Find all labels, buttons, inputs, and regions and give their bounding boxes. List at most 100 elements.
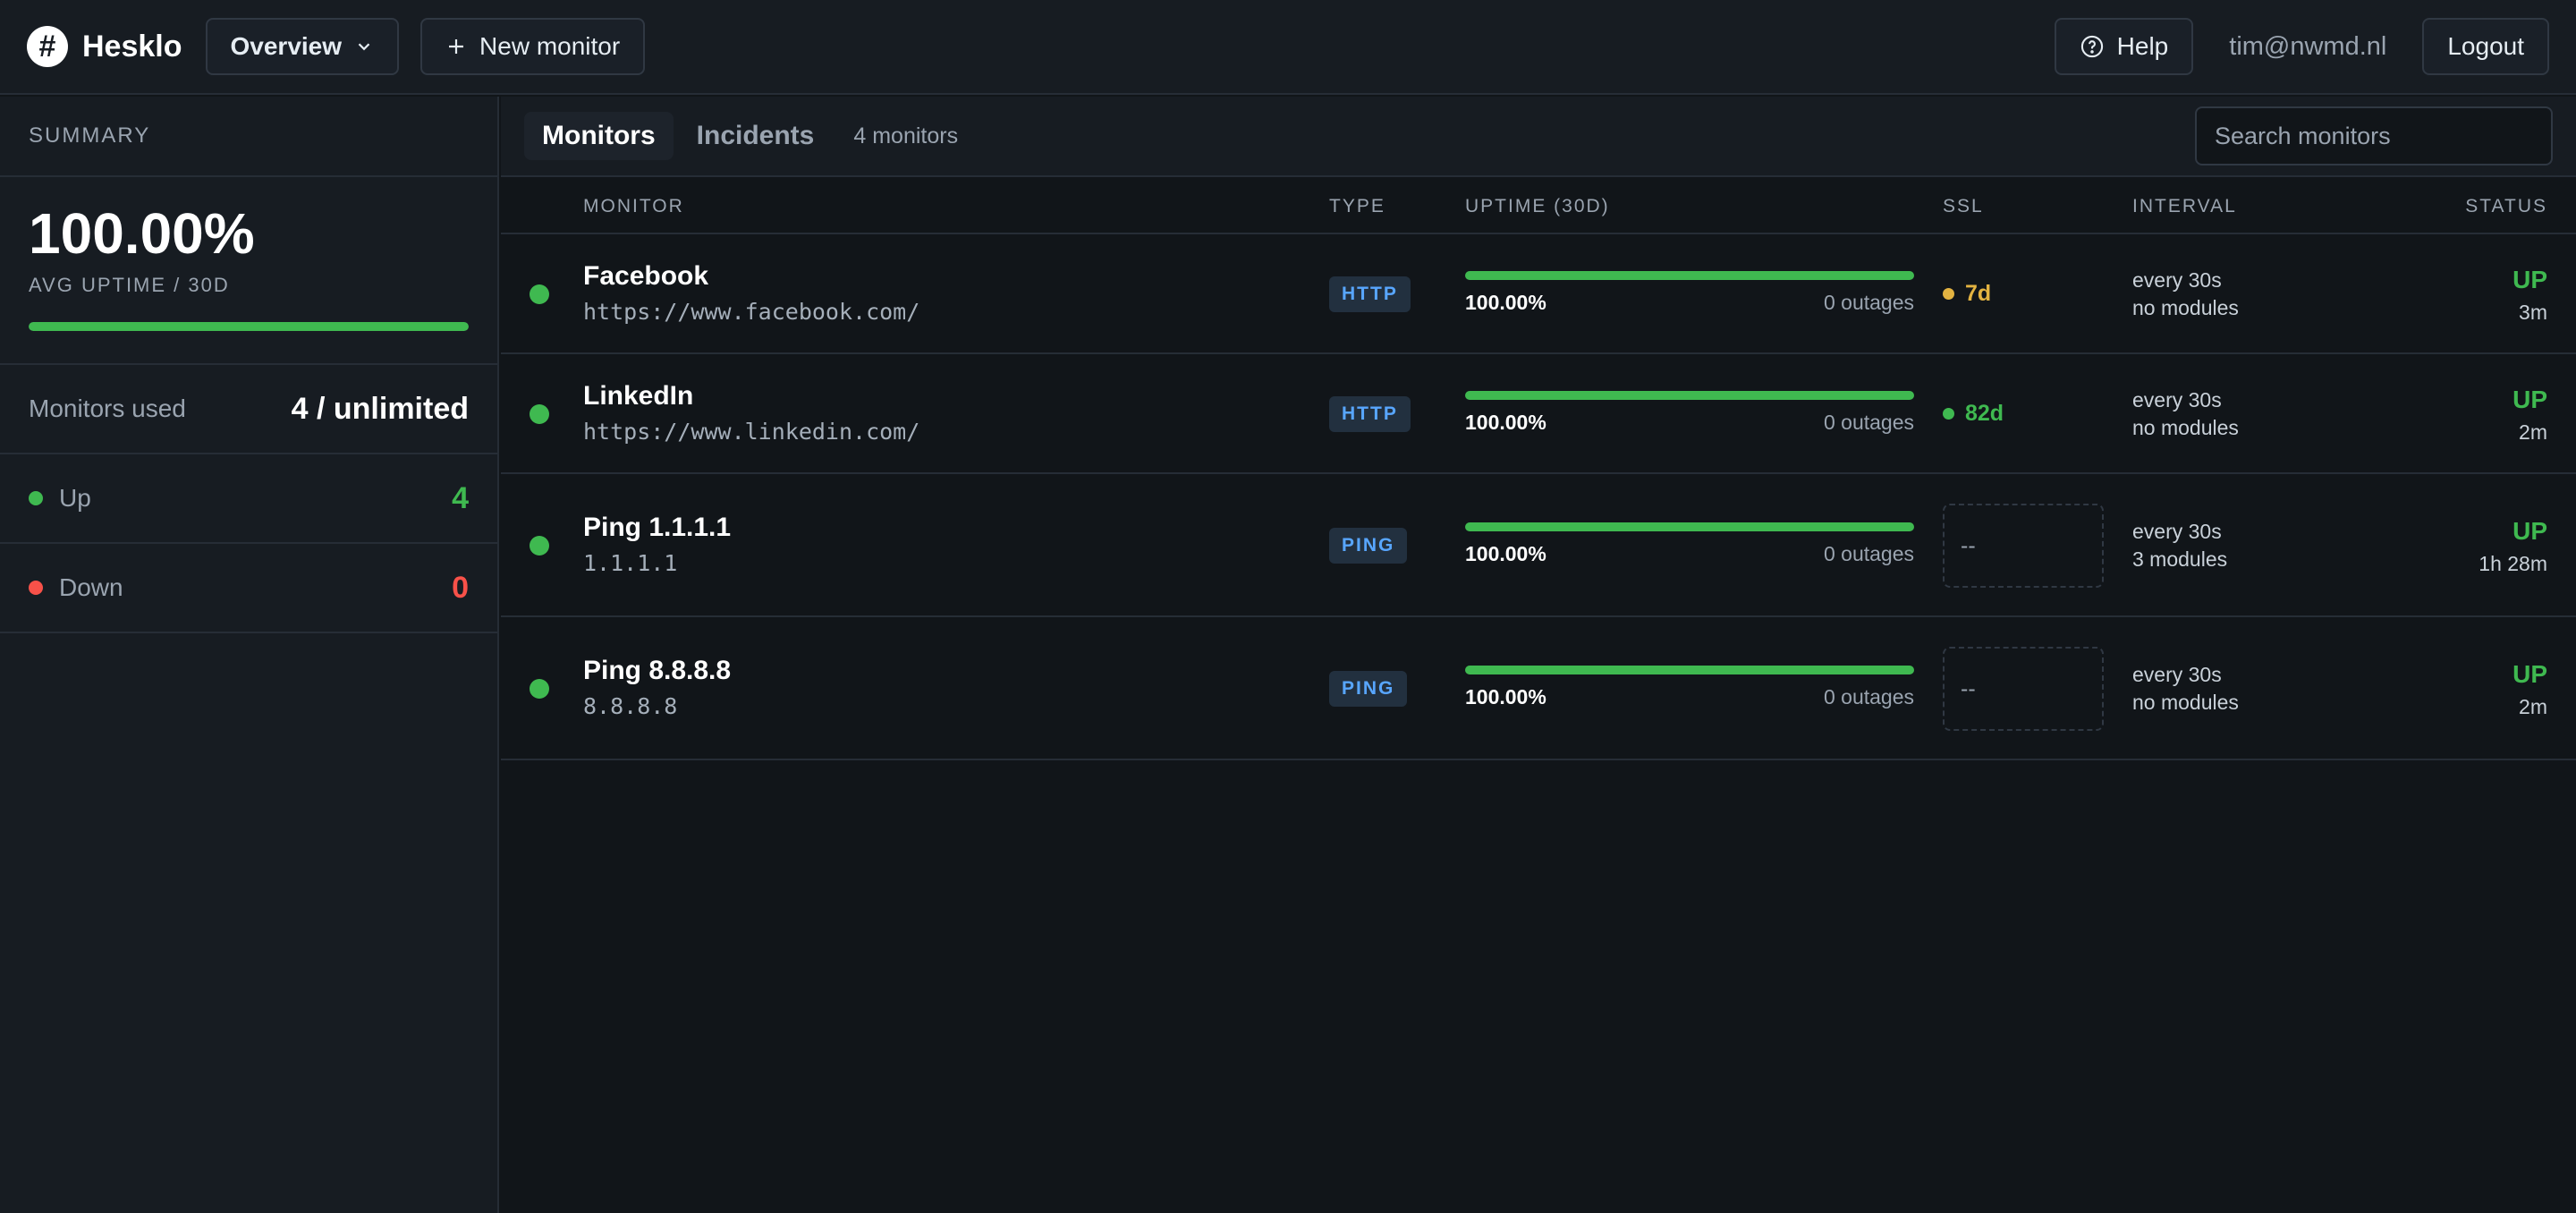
avg-uptime-card: 100.00% AVG UPTIME / 30D xyxy=(0,177,497,365)
user-email[interactable]: tim@nwmd.nl xyxy=(2229,32,2386,62)
interval-cell: every 30s no modules xyxy=(2132,386,2239,442)
interval-cell: every 30s no modules xyxy=(2132,661,2239,717)
uptime-percent: 100.00% xyxy=(1465,411,1546,434)
monitors-used-value: 4 / unlimited xyxy=(291,391,469,426)
main-panel: Monitors Incidents 4 monitors MONITOR TY… xyxy=(501,97,2576,1213)
status-cell: UP 2m xyxy=(2512,659,2547,720)
new-monitor-label: New monitor xyxy=(479,32,621,60)
hash-logo-icon: # xyxy=(27,26,68,67)
status-cell: UP 2m xyxy=(2512,385,2547,445)
status-dot-icon xyxy=(530,679,549,699)
monitor-url: https://www.linkedin.com/ xyxy=(583,419,920,445)
outage-count: 0 outages xyxy=(1823,291,1914,314)
summary-heading: SUMMARY xyxy=(0,97,497,177)
ssl-status-dot-icon xyxy=(1943,408,1954,420)
help-label: Help xyxy=(2116,32,2169,60)
table-row[interactable]: Ping 1.1.1.1 1.1.1.1 PING 100.00% 0 outa… xyxy=(501,474,2576,617)
type-badge: PING xyxy=(1329,528,1408,564)
down-count-row[interactable]: Down 0 xyxy=(0,544,497,633)
uptime-bar xyxy=(1465,522,1914,531)
table-row[interactable]: LinkedIn https://www.linkedin.com/ HTTP … xyxy=(501,354,2576,474)
uptime-bar xyxy=(1465,666,1914,674)
status-duration: 3m xyxy=(2519,301,2547,324)
col-ssl[interactable]: SSL xyxy=(1943,196,1984,217)
col-uptime[interactable]: UPTIME (30D) xyxy=(1465,196,1610,217)
down-count: 0 xyxy=(452,570,469,605)
table-row[interactable]: Facebook https://www.facebook.com/ HTTP … xyxy=(501,234,2576,354)
ssl-expiry: 82d xyxy=(1943,401,2004,427)
col-status[interactable]: STATUS xyxy=(2465,196,2547,217)
logout-button[interactable]: Logout xyxy=(2422,18,2549,75)
table-row[interactable]: Ping 8.8.8.8 8.8.8.8 PING 100.00% 0 outa… xyxy=(501,617,2576,760)
help-button[interactable]: Help xyxy=(2054,18,2194,75)
ssl-days: 7d xyxy=(1965,281,1992,306)
ssl-empty: -- xyxy=(1943,647,2104,731)
status-badge: UP xyxy=(2512,266,2547,293)
up-count: 4 xyxy=(452,480,469,515)
up-count-row[interactable]: Up 4 xyxy=(0,454,497,544)
modules-value: no modules xyxy=(2132,296,2239,319)
search-input[interactable] xyxy=(2195,106,2553,165)
status-duration: 2m xyxy=(2519,695,2547,718)
uptime-bar-fill xyxy=(1465,522,1914,531)
monitor-name[interactable]: Facebook xyxy=(583,261,708,292)
uptime-percent: 100.00% xyxy=(1465,542,1546,565)
uptime-percent: 100.00% xyxy=(1465,291,1546,314)
modules-value: 3 modules xyxy=(2132,547,2228,571)
interval-value: every 30s xyxy=(2132,663,2222,686)
uptime-bar xyxy=(1465,271,1914,280)
status-dot-icon xyxy=(530,284,549,304)
brand-name: Hesklo xyxy=(82,29,182,64)
type-badge: HTTP xyxy=(1329,276,1411,312)
col-interval[interactable]: INTERVAL xyxy=(2132,196,2237,217)
monitor-url: 8.8.8.8 xyxy=(583,693,678,719)
brand[interactable]: # Hesklo xyxy=(27,26,182,67)
monitor-name[interactable]: LinkedIn xyxy=(583,381,693,411)
up-status-dot-icon xyxy=(29,491,43,505)
monitors-used-row: Monitors used 4 / unlimited xyxy=(0,365,497,454)
avg-uptime-bar xyxy=(29,322,469,332)
ssl-expiry: 7d xyxy=(1943,281,1991,307)
interval-cell: every 30s no modules xyxy=(2132,267,2239,322)
status-cell: UP 1h 28m xyxy=(2479,516,2547,577)
status-dot-icon xyxy=(530,404,549,424)
col-monitor[interactable]: MONITOR xyxy=(583,196,684,217)
interval-value: every 30s xyxy=(2132,268,2222,292)
monitor-count: 4 monitors xyxy=(853,123,959,148)
down-status-dot-icon xyxy=(29,581,43,595)
status-badge: UP xyxy=(2512,660,2547,688)
status-cell: UP 3m xyxy=(2512,265,2547,326)
status-dot-icon xyxy=(530,536,549,556)
table-header: MONITOR TYPE UPTIME (30D) SSL INTERVAL S… xyxy=(501,177,2576,234)
ssl-days: 82d xyxy=(1965,401,2004,426)
modules-value: no modules xyxy=(2132,691,2239,714)
summary-sidebar: SUMMARY 100.00% AVG UPTIME / 30D Monitor… xyxy=(0,97,499,1213)
type-badge: PING xyxy=(1329,671,1408,707)
tab-bar: Monitors Incidents 4 monitors xyxy=(501,97,2576,177)
down-label: Down xyxy=(59,573,123,601)
top-bar: # Hesklo Overview New monitor Help tim@n… xyxy=(0,0,2576,95)
monitor-name[interactable]: Ping 8.8.8.8 xyxy=(583,656,731,686)
tab-incidents[interactable]: Incidents xyxy=(679,112,833,160)
ssl-empty: -- xyxy=(1943,504,2104,588)
monitor-url: https://www.facebook.com/ xyxy=(583,299,920,325)
avg-uptime-value: 100.00% xyxy=(29,201,255,266)
new-monitor-button[interactable]: New monitor xyxy=(420,18,646,75)
uptime-bar xyxy=(1465,391,1914,400)
avg-uptime-bar-fill xyxy=(29,322,469,332)
uptime-bar-fill xyxy=(1465,271,1914,280)
monitor-name[interactable]: Ping 1.1.1.1 xyxy=(583,513,731,543)
outage-count: 0 outages xyxy=(1823,542,1914,565)
monitor-url: 1.1.1.1 xyxy=(583,550,678,576)
outage-count: 0 outages xyxy=(1823,685,1914,708)
tab-monitors[interactable]: Monitors xyxy=(524,112,674,160)
status-badge: UP xyxy=(2512,386,2547,413)
uptime-bar-fill xyxy=(1465,391,1914,400)
uptime-percent: 100.00% xyxy=(1465,685,1546,708)
modules-value: no modules xyxy=(2132,416,2239,439)
view-select-button[interactable]: Overview xyxy=(205,18,400,75)
interval-value: every 30s xyxy=(2132,520,2222,543)
chevron-down-icon xyxy=(358,43,370,51)
uptime-bar-fill xyxy=(1465,666,1914,674)
col-type[interactable]: TYPE xyxy=(1329,196,1385,217)
